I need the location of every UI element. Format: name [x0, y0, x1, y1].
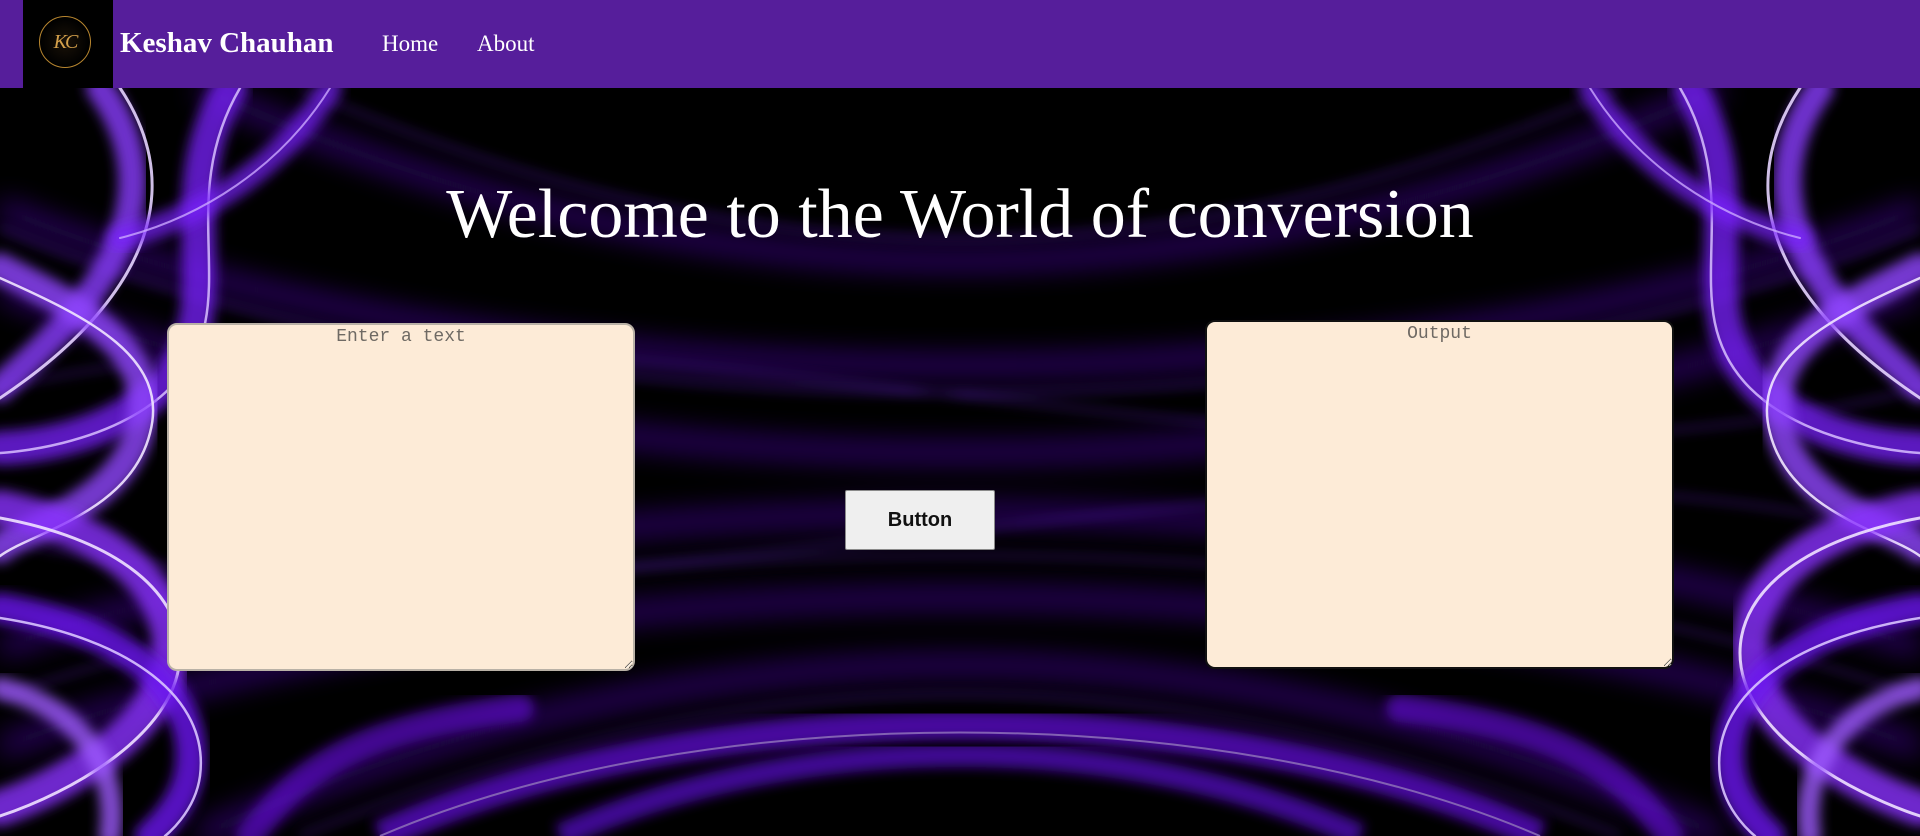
- text-input[interactable]: [167, 323, 635, 671]
- nav-link-about[interactable]: About: [477, 28, 535, 60]
- nav-link-home[interactable]: Home: [382, 28, 438, 60]
- logo-monogram: KC: [53, 30, 79, 53]
- page-title: Welcome to the World of conversion: [446, 176, 1474, 253]
- kc-monogram-logo-icon: KC: [39, 16, 91, 68]
- brand-name[interactable]: Keshav Chauhan: [120, 25, 334, 61]
- output-textarea[interactable]: [1205, 320, 1674, 669]
- navbar: KC Keshav Chauhan Home About: [0, 0, 1920, 88]
- convert-button[interactable]: Button: [845, 490, 995, 550]
- logo[interactable]: KC: [23, 0, 113, 88]
